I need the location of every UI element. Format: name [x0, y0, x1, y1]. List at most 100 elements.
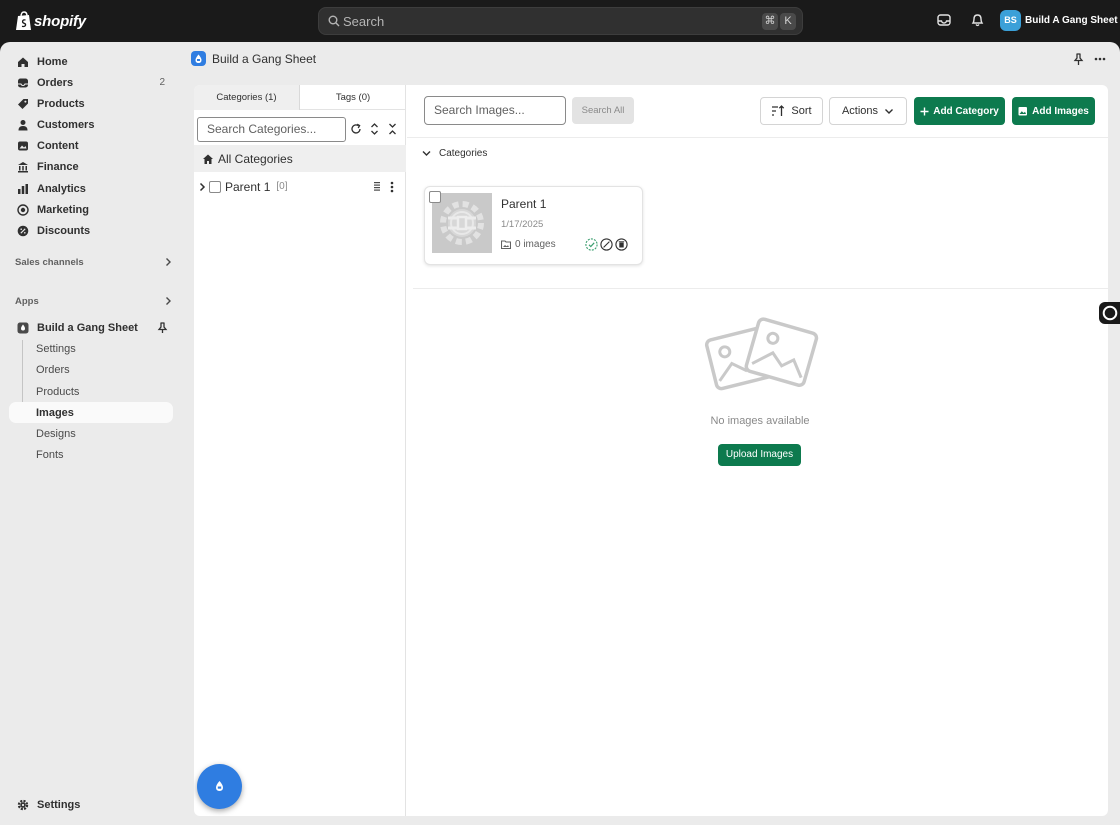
tab-categories[interactable]: Categories (1): [194, 85, 300, 110]
brand-name: shopify: [34, 12, 86, 30]
sidebar-subitem-fonts[interactable]: Fonts: [9, 444, 173, 465]
sidebar-item-label: Customers: [37, 118, 95, 131]
side-widget-tab[interactable]: [1099, 302, 1120, 324]
divider: [413, 288, 1108, 289]
help-floating-button[interactable]: [197, 764, 242, 809]
sidebar-item-analytics[interactable]: Analytics: [9, 178, 173, 199]
card-image-count: 0 images: [501, 239, 556, 250]
add-images-button[interactable]: Add Images: [1012, 97, 1095, 125]
chevron-right-icon[interactable]: [199, 182, 206, 192]
gsb-gear-logo-icon: [440, 201, 484, 245]
shortcut-cmd-key: ⌘: [762, 13, 778, 30]
add-category-label: Add Category: [933, 105, 999, 117]
sidebar-item-label: Analytics: [37, 182, 86, 195]
pin-icon[interactable]: [157, 321, 168, 334]
sort-label: Sort: [791, 105, 812, 117]
chevron-right-icon: [166, 258, 171, 266]
chart-icon: [17, 183, 29, 195]
bank-icon: [17, 161, 29, 173]
sidebar-item-products[interactable]: Products: [9, 93, 173, 114]
image-search-input[interactable]: Search Images...: [424, 96, 566, 125]
sidebar: Home Orders 2 Products Customers Content…: [0, 42, 182, 825]
bell-icon[interactable]: [971, 13, 984, 27]
upload-images-button[interactable]: Upload Images: [718, 444, 801, 466]
collapse-all-icon[interactable]: [388, 123, 397, 135]
category-card[interactable]: Parent 1 1/17/2025 0 images: [424, 186, 643, 265]
more-horizontal-icon[interactable]: [1094, 57, 1106, 61]
all-categories-item[interactable]: All Categories: [194, 145, 406, 172]
sidebar-subitem-designs[interactable]: Designs: [9, 423, 173, 444]
all-categories-label: All Categories: [218, 151, 293, 166]
card-checkbox[interactable]: [429, 191, 441, 203]
global-search-input[interactable]: Search ⌘ K: [318, 7, 803, 35]
store-name: Build A Gang Sheet: [1025, 15, 1118, 26]
categories-section-toggle[interactable]: Categories: [422, 148, 487, 159]
person-icon: [17, 119, 29, 131]
check-circle-icon[interactable]: [585, 238, 598, 251]
category-thumbnail: [432, 193, 492, 253]
sidebar-item-content[interactable]: Content: [9, 135, 173, 156]
gear-icon: [17, 799, 29, 811]
sidebar-subitem-label: Fonts: [36, 448, 64, 461]
add-category-button[interactable]: Add Category: [914, 97, 1005, 125]
sales-channels-label: Sales channels: [15, 256, 84, 268]
category-tree-row[interactable]: Parent 1 [0]: [194, 174, 406, 199]
sort-button[interactable]: Sort: [760, 97, 823, 125]
sidebar-subitem-label: Settings: [36, 342, 76, 355]
tab-tags[interactable]: Tags (0): [300, 85, 406, 110]
sales-channels-header[interactable]: Sales channels: [15, 254, 172, 270]
sidebar-subitem-products[interactable]: Products: [9, 381, 173, 402]
refresh-icon[interactable]: [350, 123, 362, 135]
sidebar-item-label: Products: [37, 97, 85, 110]
expand-all-icon[interactable]: [370, 123, 379, 135]
card-status-icons: [585, 238, 628, 251]
actions-button[interactable]: Actions: [829, 97, 907, 125]
sidebar-subitem-images[interactable]: Images: [9, 402, 173, 423]
sidebar-item-orders[interactable]: Orders 2: [9, 72, 173, 93]
apps-label: Apps: [15, 295, 39, 307]
discount-icon: [17, 225, 29, 237]
shopify-logo[interactable]: shopify: [15, 11, 86, 31]
folder-image-icon: [501, 240, 511, 249]
store-menu[interactable]: BS Build A Gang Sheet: [1000, 10, 1118, 31]
sidebar-subitem-label: Designs: [36, 427, 76, 440]
more-vertical-icon[interactable]: [390, 181, 394, 193]
sidebar-subitem-settings[interactable]: Settings: [9, 338, 173, 359]
orders-count-badge: 2: [159, 77, 165, 88]
card-date: 1/17/2025: [501, 219, 544, 230]
app-icon: [17, 322, 29, 334]
plus-icon: [920, 107, 929, 115]
shortcut-k-key: K: [780, 13, 796, 30]
sidebar-subitem-label: Products: [36, 385, 80, 398]
sidebar-item-finance[interactable]: Finance: [9, 156, 173, 177]
apps-header[interactable]: Apps: [15, 293, 172, 309]
category-checkbox[interactable]: [209, 180, 221, 193]
search-all-button[interactable]: Search All: [572, 97, 634, 124]
disabled-circle-icon[interactable]: [600, 238, 613, 251]
chevron-down-icon: [885, 108, 894, 114]
sidebar-item-customers[interactable]: Customers: [9, 114, 173, 135]
sidebar-item-label: Build a Gang Sheet: [37, 321, 138, 334]
sidebar-subitem-orders[interactable]: Orders: [9, 359, 173, 380]
sidebar-item-discounts[interactable]: Discounts: [9, 220, 173, 241]
categories-section-label: Categories: [439, 148, 488, 159]
sidebar-item-settings[interactable]: Settings: [9, 794, 173, 815]
empty-images-illustration-icon: [704, 317, 819, 391]
tag-icon: [17, 98, 29, 110]
category-tabs: Categories (1) Tags (0): [194, 85, 406, 110]
delete-circle-icon[interactable]: [615, 238, 628, 251]
card-title: Parent 1: [501, 197, 547, 211]
sidebar-item-app[interactable]: Build a Gang Sheet: [9, 317, 173, 338]
sidebar-item-marketing[interactable]: Marketing: [9, 199, 173, 220]
sidebar-subitem-label: Images: [36, 406, 74, 419]
inbox-icon[interactable]: [937, 13, 951, 27]
category-search-input[interactable]: Search Categories...: [197, 117, 346, 142]
divider: [407, 137, 1108, 138]
sidebar-item-home[interactable]: Home: [9, 51, 173, 72]
orders-icon: [17, 77, 29, 89]
sidebar-item-label: Settings: [37, 798, 81, 811]
drag-handle-icon[interactable]: [374, 181, 380, 192]
pin-icon[interactable]: [1073, 53, 1084, 66]
sidebar-item-label: Marketing: [37, 203, 89, 216]
top-bar: shopify Search ⌘ K BS Build A Gang Sheet: [0, 0, 1120, 42]
